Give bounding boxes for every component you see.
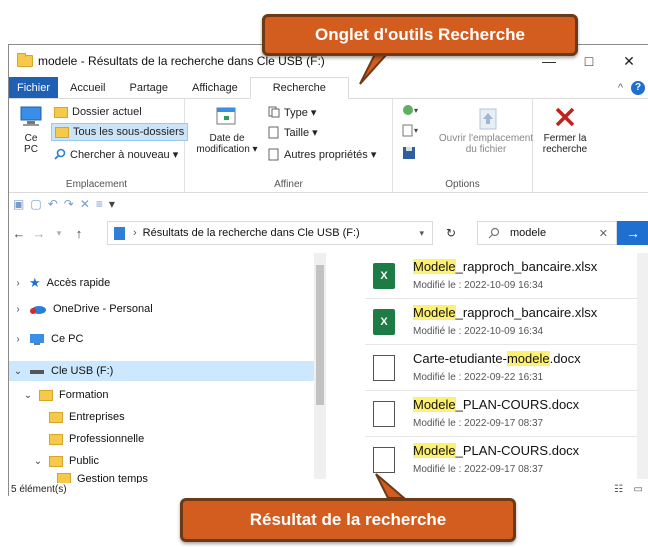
callout-search-results: Résultat de la recherche	[180, 498, 516, 542]
callout-search-tab: Onglet d'outils Recherche	[262, 14, 578, 56]
callout-pointers	[359, 43, 407, 499]
